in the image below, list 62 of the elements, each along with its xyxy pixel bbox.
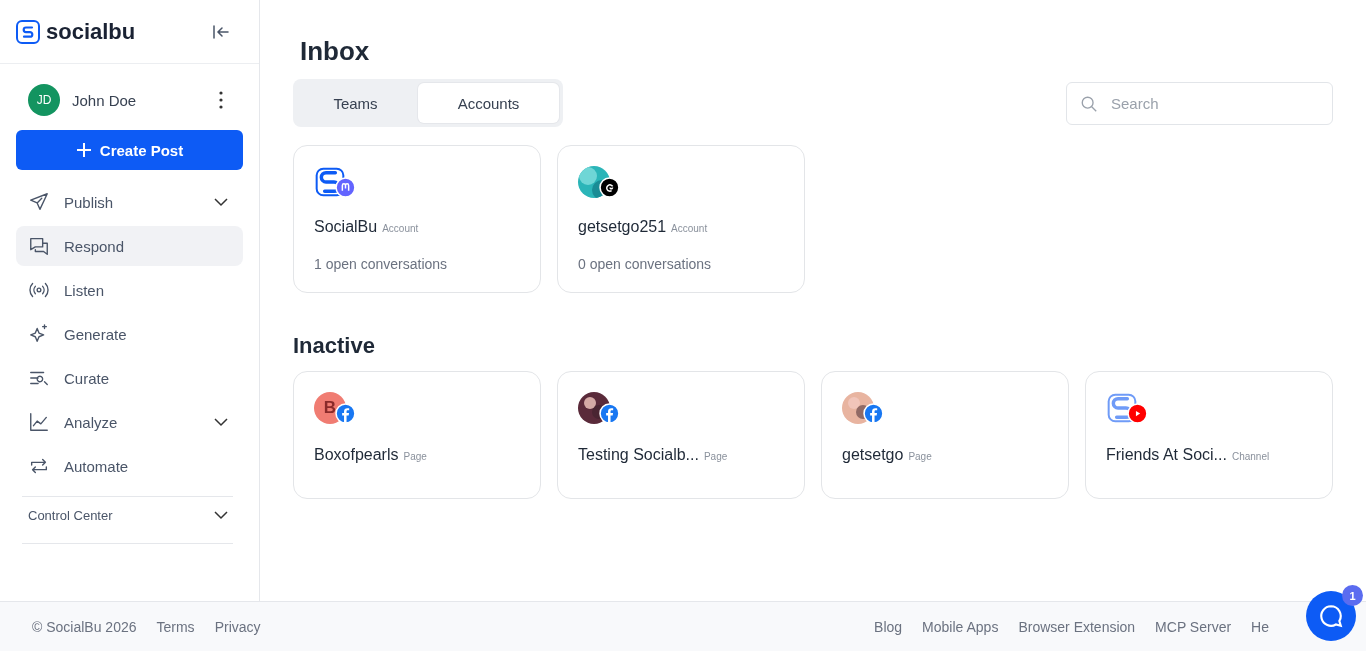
letter-f-badge-icon bbox=[599, 403, 620, 424]
footer-link[interactable]: Browser Extension bbox=[1018, 618, 1136, 635]
network-badge-icon bbox=[335, 177, 356, 198]
account-type: Account bbox=[382, 223, 419, 234]
copyright: © SocialBu 2026 bbox=[32, 618, 137, 635]
account-type: Account bbox=[671, 223, 708, 234]
footer-link[interactable]: MCP Server bbox=[1155, 618, 1232, 635]
account-card[interactable]: Friends At Soci... Channel bbox=[1085, 371, 1333, 499]
letter-f-badge-icon bbox=[863, 403, 884, 424]
control-center-toggle[interactable]: Control Center bbox=[0, 497, 259, 533]
account-name: getsetgo251 bbox=[578, 218, 667, 236]
account-card[interactable]: B Boxofpearls Page bbox=[293, 371, 541, 499]
tab[interactable]: Accounts bbox=[418, 83, 559, 123]
account-card[interactable]: SocialBu Account 1 open conversations bbox=[293, 145, 541, 293]
nav-item[interactable]: Curate bbox=[16, 358, 243, 398]
account-name: Boxofpearls bbox=[314, 446, 399, 464]
tab[interactable]: Teams bbox=[297, 83, 414, 123]
account-card[interactable]: getsetgo Page bbox=[821, 371, 1069, 499]
more-icon[interactable] bbox=[219, 91, 223, 109]
account-type: Page bbox=[403, 451, 427, 462]
account-name: getsetgo bbox=[842, 446, 904, 464]
chat-bubbles-icon bbox=[28, 235, 50, 257]
nav-item[interactable]: Automate bbox=[16, 446, 243, 486]
plus-icon bbox=[75, 142, 92, 158]
letter-f-badge-icon bbox=[335, 403, 356, 424]
line-chart-icon bbox=[28, 411, 50, 433]
footer-link[interactable]: Mobile Apps bbox=[922, 618, 999, 635]
user-name[interactable]: John Doe bbox=[72, 91, 207, 109]
account-card[interactable]: Testing Socialb... Page bbox=[557, 371, 805, 499]
logo-icon bbox=[16, 19, 40, 44]
account-type: Page bbox=[703, 451, 728, 462]
network-badge-icon bbox=[599, 177, 620, 198]
conversation-count: 0 open conversations bbox=[578, 256, 713, 272]
sparkle-icon bbox=[28, 323, 50, 345]
section-title: Inactive bbox=[293, 333, 376, 359]
user-avatar[interactable]: JD bbox=[28, 84, 60, 116]
page-title: Inbox bbox=[300, 36, 371, 67]
brand-name: socialbu bbox=[46, 18, 137, 45]
nav-item[interactable]: Respond bbox=[16, 226, 243, 266]
search-field[interactable]: Search bbox=[1066, 82, 1333, 125]
footer-link[interactable]: Privacy bbox=[214, 618, 261, 635]
paper-plane-icon bbox=[28, 191, 50, 213]
account-card[interactable]: getsetgo251 Account 0 open conversations bbox=[557, 145, 805, 293]
logo-icon bbox=[314, 166, 346, 198]
footer-link[interactable]: He bbox=[1251, 618, 1269, 635]
create-post-button[interactable]: Create Post bbox=[16, 130, 243, 170]
chat-icon bbox=[1318, 603, 1344, 629]
account-name: SocialBu bbox=[314, 218, 378, 236]
footer-link[interactable]: Terms bbox=[156, 618, 195, 635]
nav-item[interactable]: Listen bbox=[16, 270, 243, 310]
account-name: Friends At Soci... bbox=[1106, 446, 1227, 464]
nav-item[interactable]: Analyze bbox=[16, 402, 243, 442]
logo-icon bbox=[1106, 392, 1138, 424]
account-name: Testing Socialb... bbox=[578, 446, 699, 464]
nav-item[interactable]: Generate bbox=[16, 314, 243, 354]
section-label: Control Center bbox=[28, 507, 113, 523]
conversation-count: 1 open conversations bbox=[314, 256, 449, 272]
play-badge-icon bbox=[1127, 403, 1148, 424]
footer-link[interactable]: Blog bbox=[874, 618, 903, 635]
nav-item[interactable]: Publish bbox=[16, 182, 243, 222]
account-type: Channel bbox=[1231, 451, 1270, 462]
account-type: Page bbox=[908, 451, 932, 462]
